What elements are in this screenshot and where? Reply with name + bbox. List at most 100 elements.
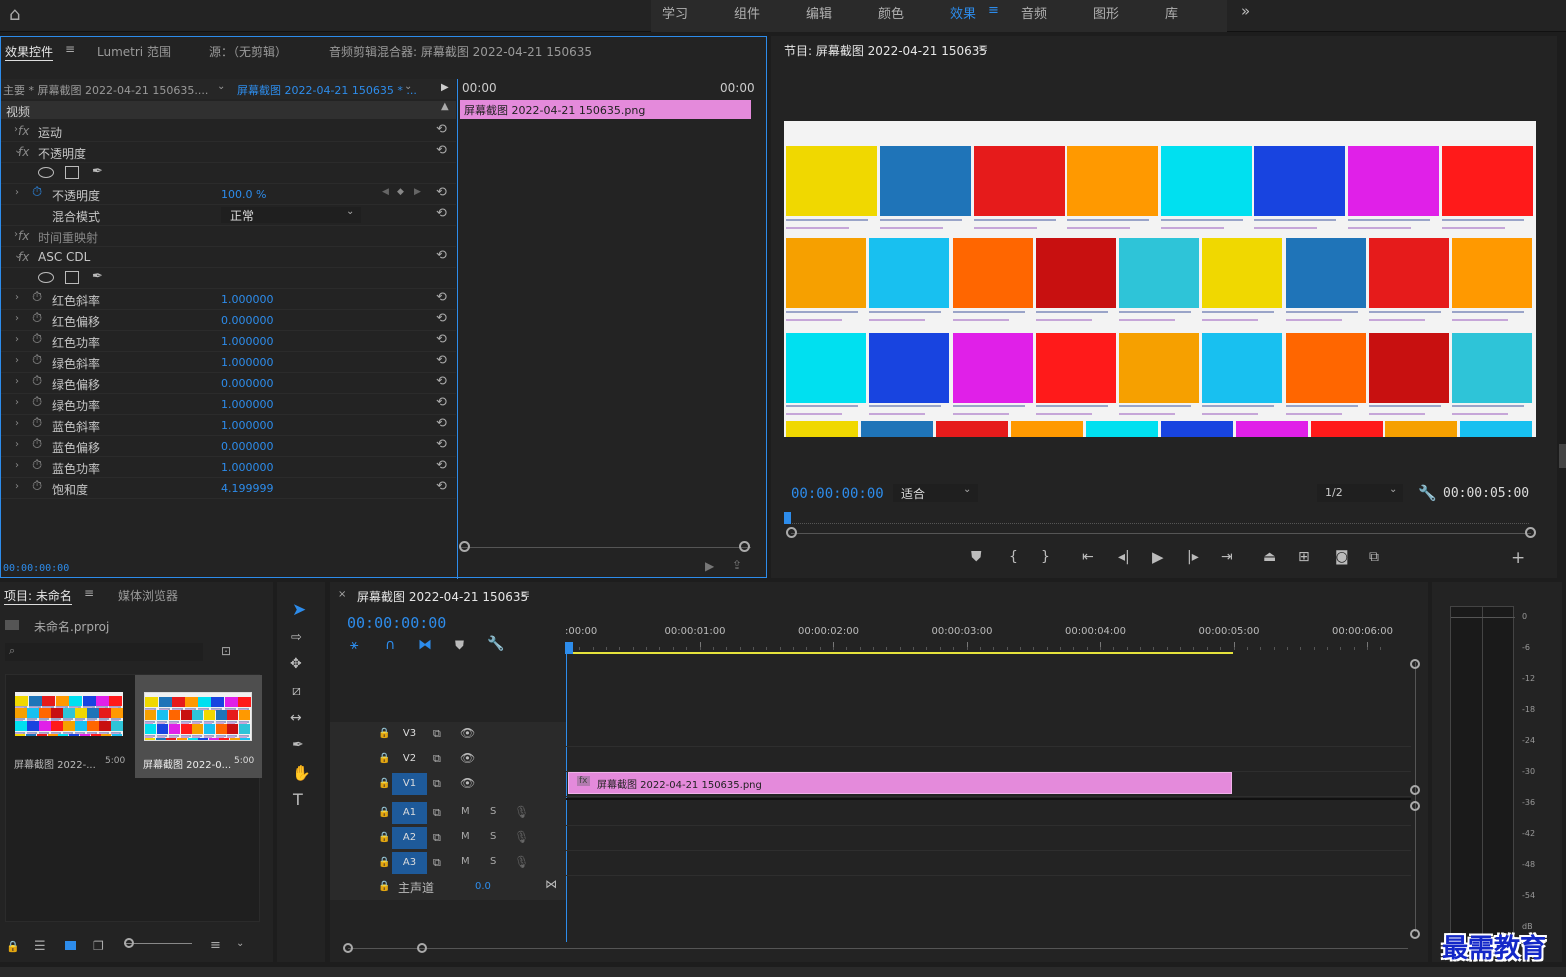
add-button-icon[interactable]: + <box>1511 548 1525 568</box>
tab-project[interactable]: 项目: 未命名 <box>4 587 72 605</box>
property-value[interactable]: 0.000000 <box>221 377 274 390</box>
prev-keyframe-icon[interactable]: ◀ <box>382 187 389 197</box>
play-icon[interactable]: ▶ <box>1152 548 1164 566</box>
chevron-down-icon[interactable]: ⌄ <box>404 81 412 92</box>
property-value[interactable]: 1.000000 <box>221 398 274 411</box>
property-value[interactable]: 1.000000 <box>221 335 274 348</box>
extract-icon[interactable]: ⊞ <box>1298 549 1310 565</box>
lock-icon[interactable]: 🔒 <box>378 807 390 818</box>
workspace-learn[interactable]: 学习 <box>662 3 688 22</box>
reset-icon[interactable]: ⟲ <box>436 332 447 347</box>
fx-icon[interactable]: fx <box>18 229 29 243</box>
stopwatch-icon[interactable]: ⏱ <box>32 353 42 368</box>
chevron-right-icon[interactable]: › <box>15 376 19 387</box>
scroll-handle[interactable] <box>343 943 353 953</box>
sync-lock-icon[interactable]: ⧉ <box>433 856 441 870</box>
chevron-down-icon[interactable]: ⌄ <box>217 81 225 92</box>
reset-icon[interactable]: ⟲ <box>436 290 447 305</box>
solo-button[interactable]: S <box>490 806 496 817</box>
microphone-icon[interactable]: 🎙 <box>514 805 529 819</box>
ec-clip-bar[interactable]: 屏幕截图 2022-04-21 150635.png <box>460 100 751 119</box>
mute-button[interactable]: M <box>461 831 470 842</box>
sequence-clip-label[interactable]: 屏幕截图 2022-04-21 150635 * ... <box>237 82 417 98</box>
playhead[interactable] <box>784 512 791 524</box>
go-to-end-icon[interactable]: ⋈ <box>545 877 557 891</box>
ellipse-mask-icon[interactable] <box>38 272 54 283</box>
sort-icon[interactable]: ≡ <box>210 938 221 953</box>
reset-icon[interactable]: ⟲ <box>436 437 447 452</box>
chevron-right-icon[interactable]: › <box>15 292 19 303</box>
track-label[interactable]: V1 <box>392 773 427 795</box>
property-value[interactable]: 1.000000 <box>221 419 274 432</box>
zoom-handle-left[interactable] <box>786 527 797 538</box>
vertical-scrollbar[interactable] <box>1415 662 1416 932</box>
chevron-right-icon[interactable]: › <box>15 187 19 198</box>
track-label[interactable]: A3 <box>392 852 427 874</box>
workspace-editing[interactable]: 编辑 <box>806 3 832 22</box>
panel-menu-icon[interactable]: ≡ <box>978 41 988 55</box>
master-volume-value[interactable]: 0.0 <box>475 881 491 892</box>
compare-view-icon[interactable]: ⧉ <box>1369 549 1379 565</box>
tab-media-browser[interactable]: 媒体浏览器 <box>118 587 178 604</box>
reset-icon[interactable]: ⟲ <box>436 122 447 137</box>
track-label[interactable]: A2 <box>392 827 427 849</box>
lift-icon[interactable]: ⏏ <box>1263 549 1276 565</box>
panel-menu-icon[interactable]: ≡ <box>65 42 75 56</box>
reset-icon[interactable]: ⟲ <box>436 458 447 473</box>
ec-zoom-track[interactable] <box>461 547 751 548</box>
rectangle-mask-icon[interactable] <box>65 271 79 284</box>
pen-mask-icon[interactable]: ✒ <box>92 164 103 179</box>
stopwatch-icon[interactable]: ⏱ <box>32 290 42 305</box>
mark-in-icon[interactable]: { <box>1009 549 1018 565</box>
icon-view-icon[interactable] <box>65 941 76 950</box>
project-item[interactable]: 屏幕截图 2022-... 5:00 <box>6 675 133 778</box>
scroll-handle[interactable] <box>1410 785 1420 795</box>
stopwatch-icon[interactable]: ⏱ <box>32 416 42 431</box>
ec-timecode[interactable]: 00:00:00:00 <box>3 563 69 574</box>
step-back-icon[interactable]: ◂| <box>1118 549 1130 565</box>
track-label[interactable]: A1 <box>392 802 427 824</box>
sync-lock-icon[interactable]: ⧉ <box>433 806 441 820</box>
panel-menu-icon[interactable]: ≡ <box>84 586 94 600</box>
stopwatch-icon[interactable]: ⏱ <box>32 311 42 326</box>
eye-icon[interactable]: 👁 <box>460 751 475 765</box>
workspace-color[interactable]: 颜色 <box>878 3 904 22</box>
camera-icon[interactable]: ◙ <box>1335 549 1349 565</box>
zoom-slider-handle[interactable] <box>124 938 134 948</box>
home-icon[interactable]: ⌂ <box>9 4 20 25</box>
track-label[interactable]: V2 <box>392 748 427 770</box>
program-preview-image[interactable] <box>784 121 1536 437</box>
master-clip-label[interactable]: 主要 * 屏幕截图 2022-04-21 150635.... <box>3 82 208 98</box>
type-tool-icon[interactable]: T <box>293 790 303 809</box>
chevron-right-icon[interactable]: › <box>15 355 19 366</box>
zoom-handle-right[interactable] <box>739 541 750 552</box>
property-value[interactable]: 0.000000 <box>221 314 274 327</box>
stopwatch-icon[interactable]: ⏱ <box>32 374 42 389</box>
lock-icon[interactable]: 🔒 <box>378 778 390 789</box>
reset-icon[interactable]: ⟲ <box>436 353 447 368</box>
workspace-effects[interactable]: 效果 <box>950 3 976 22</box>
reset-icon[interactable]: ⟲ <box>436 248 447 263</box>
fx-icon[interactable]: fx <box>18 145 29 159</box>
chevron-right-icon[interactable]: › <box>15 397 19 408</box>
new-bin-icon[interactable]: ⊡ <box>221 644 231 658</box>
horizontal-scrollbar[interactable] <box>348 948 1408 949</box>
fx-icon[interactable]: fx <box>18 250 29 264</box>
lock-icon[interactable]: 🔒 <box>378 857 390 868</box>
workspace-libraries[interactable]: 库 <box>1165 3 1178 22</box>
track-select-tool-icon[interactable]: ⇨ <box>291 630 302 645</box>
track-label[interactable]: V3 <box>392 723 427 745</box>
add-keyframe-icon[interactable]: ◆ <box>397 187 404 197</box>
scroll-handle[interactable] <box>417 943 427 953</box>
scroll-handle[interactable] <box>1410 801 1420 811</box>
timeline-clip[interactable]: fx 屏幕截图 2022-04-21 150635.png <box>568 772 1232 794</box>
chevron-right-icon[interactable]: › <box>15 313 19 324</box>
reset-icon[interactable]: ⟲ <box>436 143 447 158</box>
go-to-in-icon[interactable]: ⇤ <box>1082 549 1094 565</box>
tab-lumetri-scopes[interactable]: Lumetri 范围 <box>97 43 171 60</box>
pen-mask-icon[interactable]: ✒ <box>92 269 103 284</box>
program-timecode[interactable]: 00:00:00:00 <box>791 486 884 502</box>
ripple-edit-tool-icon[interactable]: ✥ <box>290 656 302 672</box>
slip-tool-icon[interactable]: ↔ <box>290 710 302 726</box>
reset-icon[interactable]: ⟲ <box>436 374 447 389</box>
